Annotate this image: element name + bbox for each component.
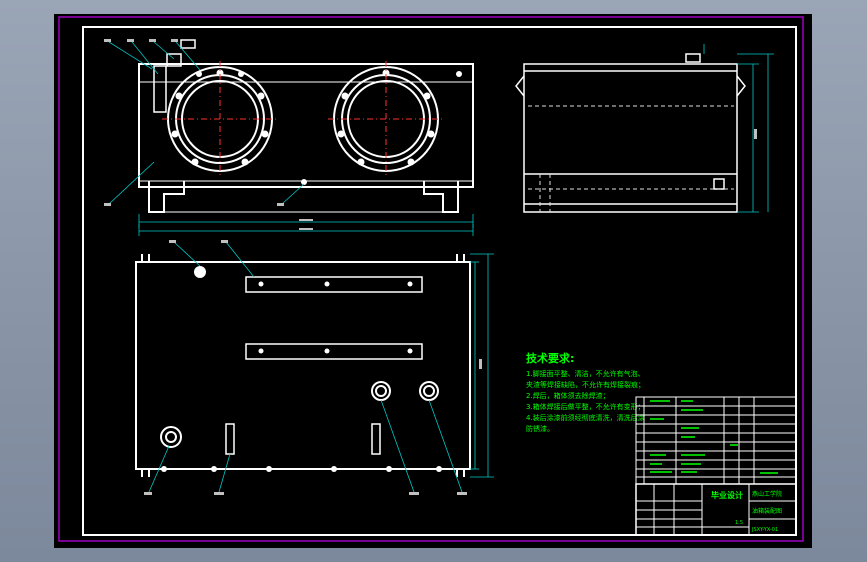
window-bolts bbox=[171, 69, 462, 185]
drawing-number: JSXY-YX-01 bbox=[751, 527, 778, 533]
req-line-2: 夹渣等焊接缺陷，不允许有焊接裂痕； bbox=[526, 380, 645, 389]
top-view bbox=[135, 254, 471, 477]
scale-value: 1:5 bbox=[735, 520, 743, 526]
parts-list bbox=[635, 396, 797, 485]
inner-frame bbox=[82, 26, 797, 536]
req-line-4: 3.箱体焊接后做平整，不允许有变形； bbox=[526, 402, 645, 411]
req-line-5: 4.装后涂漆前须经彻底清洗，清洗后涂 bbox=[526, 413, 645, 422]
parts-list-green-entries bbox=[650, 400, 778, 474]
top-view-details bbox=[161, 266, 442, 472]
outer-frame bbox=[58, 16, 804, 542]
req-line-1: 1.脚接面平整、清洁，不允许有气泡、 bbox=[526, 369, 645, 378]
req-line-6: 防锈漆。 bbox=[526, 424, 554, 433]
designer-label: 毕业设计 bbox=[711, 490, 743, 500]
front-view bbox=[138, 39, 474, 213]
top-balloon-marks bbox=[144, 129, 757, 495]
req-line-3: 2.焊后，箱体须去除焊渣； bbox=[526, 391, 610, 400]
drawing-sheet: 技术要求: 1.脚接面平整、清洁，不允许有气泡、 夹渣等焊接缺陷，不允许有焊接裂… bbox=[54, 14, 812, 548]
tech-title: 技术要求: bbox=[526, 351, 574, 365]
top-leaders bbox=[148, 241, 494, 493]
technical-requirements: 技术要求: 1.脚接面平整、清洁，不允许有气泡、 夹渣等焊接缺陷，不允许有焊接裂… bbox=[526, 351, 645, 433]
drawing-name: 油箱装配图 bbox=[752, 507, 782, 515]
cad-drawing: 技术要求: 1.脚接面平整、清洁，不允许有气泡、 夹渣等焊接缺陷，不允许有焊接裂… bbox=[58, 16, 804, 542]
side-hidden-lines bbox=[528, 105, 734, 212]
school-name: 燕山工学院 bbox=[752, 490, 782, 498]
